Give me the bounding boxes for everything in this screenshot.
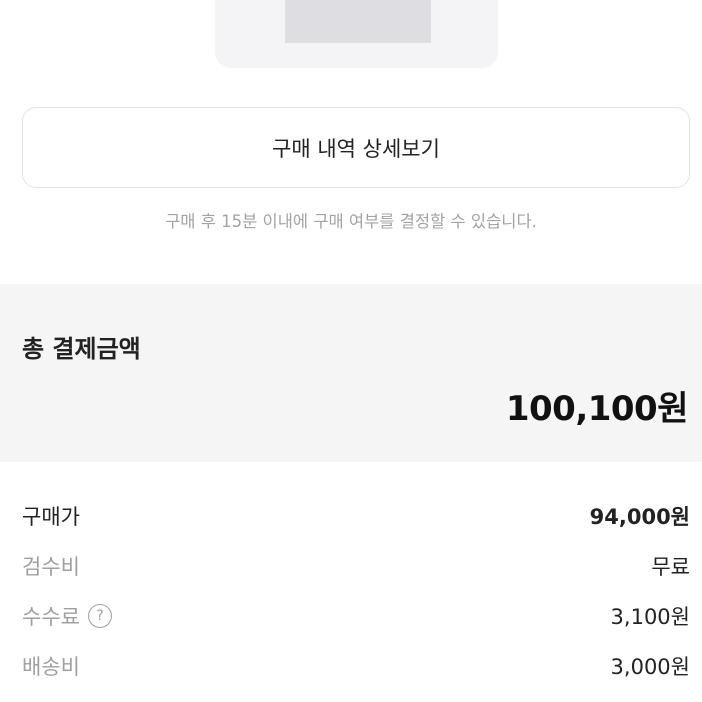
breakdown-row-purchase-price: 구매가 94,000원: [22, 491, 690, 541]
breakdown-row-inspection-fee: 검수비 무료: [22, 541, 690, 591]
purchase-price-value: 94,000원: [589, 505, 690, 529]
purchase-decision-notice: 구매 후 15분 이내에 구매 여부를 결정할 수 있습니다.: [165, 212, 537, 231]
help-icon[interactable]: ?: [87, 604, 112, 628]
breakdown-row-commission: 수수료 ? 3,100원: [22, 591, 690, 641]
shipping-fee-value: 3,000원: [610, 655, 690, 679]
payment-breakdown: 구매가 94,000원 검수비 무료 수수료 ? 3,100원 배송비 3,00…: [22, 491, 690, 691]
commission-value: 3,100원: [610, 605, 690, 629]
inspection-fee-value: 무료: [651, 555, 690, 579]
commission-label-group: 수수료 ?: [22, 601, 112, 631]
commission-label: 수수료: [22, 605, 80, 629]
purchase-detail-button[interactable]: 구매 내역 상세보기: [22, 107, 690, 188]
inspection-fee-label: 검수비: [22, 555, 80, 579]
total-payment-amount: 100,100원: [505, 389, 689, 429]
purchase-price-label: 구매가: [22, 505, 80, 529]
order-summary-page: 구매 내역 상세보기 구매 후 15분 이내에 구매 여부를 결정할 수 있습니…: [0, 0, 702, 702]
product-thumbnail-card: [215, 0, 498, 68]
product-image: [285, 0, 431, 43]
breakdown-row-shipping-fee: 배송비 3,000원: [22, 641, 690, 691]
total-payment-label: 총 결제금액: [22, 335, 141, 363]
total-payment-panel: 총 결제금액 100,100원: [0, 284, 702, 462]
shipping-fee-label: 배송비: [22, 655, 80, 679]
